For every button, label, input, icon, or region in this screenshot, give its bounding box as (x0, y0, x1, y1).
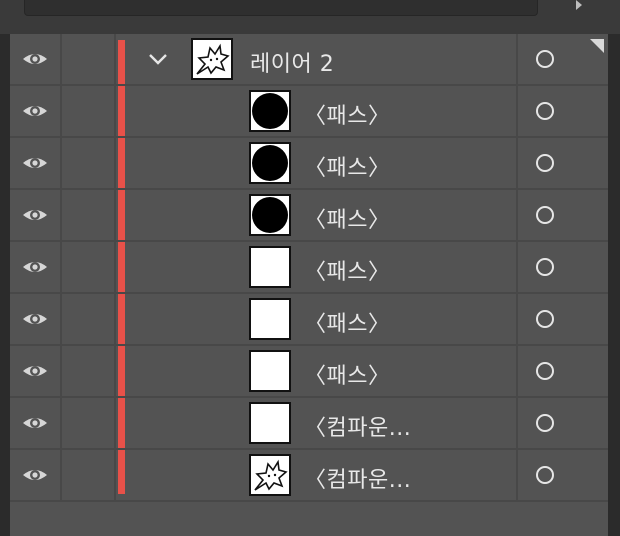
path-thumbnail (249, 194, 291, 236)
target-button[interactable] (516, 86, 608, 136)
search-field[interactable] (24, 0, 538, 16)
target-ring-icon (536, 362, 554, 380)
star-doodle-icon (254, 459, 288, 491)
lock-toggle[interactable] (62, 242, 116, 292)
item-name[interactable]: 〈컴파운... (304, 410, 411, 442)
sublayer-row[interactable]: 〈컴파운... (10, 398, 608, 450)
target-button[interactable] (516, 398, 608, 448)
eye-icon (23, 54, 47, 64)
sublayer-row[interactable]: 〈패스〉 (10, 294, 608, 346)
compound-path-thumbnail (249, 402, 291, 444)
target-button[interactable] (516, 346, 608, 396)
chevron-down-icon[interactable] (148, 53, 168, 65)
layer-thumbnail (191, 38, 233, 80)
black-circle-icon (252, 197, 288, 233)
layer-color-bar (118, 190, 125, 240)
panel-top-bar (0, 0, 620, 34)
visibility-toggle[interactable] (10, 34, 62, 84)
target-ring-icon (536, 258, 554, 276)
visibility-toggle[interactable] (10, 346, 62, 396)
panel-menu-arrow-icon[interactable] (576, 0, 582, 10)
sublayer-row[interactable]: 〈컴파운... (10, 450, 608, 502)
layer-row[interactable]: 레이어 2 (10, 34, 608, 86)
item-name[interactable]: 〈패스〉 (304, 306, 390, 338)
visibility-toggle[interactable] (10, 138, 62, 188)
lock-toggle[interactable] (62, 346, 116, 396)
lock-toggle[interactable] (62, 294, 116, 344)
item-name[interactable]: 〈컴파운... (304, 462, 411, 494)
visibility-toggle[interactable] (10, 450, 62, 500)
path-thumbnail (249, 246, 291, 288)
path-thumbnail (249, 350, 291, 392)
visibility-toggle[interactable] (10, 242, 62, 292)
target-button[interactable] (516, 190, 608, 240)
target-ring-icon (536, 414, 554, 432)
panel-edge (608, 34, 620, 536)
target-ring-icon (536, 154, 554, 172)
black-circle-icon (252, 145, 288, 181)
layer-color-bar (118, 398, 125, 448)
sublayer-row[interactable]: 〈패스〉 (10, 86, 608, 138)
eye-icon (23, 106, 47, 116)
layer-color-bar (118, 346, 125, 396)
target-ring-icon (536, 466, 554, 484)
lock-toggle[interactable] (62, 450, 116, 500)
layer-color-bar (118, 450, 125, 494)
black-circle-icon (252, 93, 288, 129)
item-name[interactable]: 〈패스〉 (304, 98, 390, 130)
layer-color-bar (118, 138, 125, 188)
visibility-toggle[interactable] (10, 86, 62, 136)
layer-name[interactable]: 레이어 2 (250, 46, 334, 78)
eye-icon (23, 418, 47, 428)
compound-path-thumbnail (249, 454, 291, 496)
sublayer-row[interactable]: 〈패스〉 (10, 346, 608, 398)
target-button[interactable] (516, 242, 608, 292)
eye-icon (23, 366, 47, 376)
sublayer-row[interactable]: 〈패스〉 (10, 190, 608, 242)
visibility-toggle[interactable] (10, 190, 62, 240)
path-thumbnail (249, 298, 291, 340)
eye-icon (23, 158, 47, 168)
item-name[interactable]: 〈패스〉 (304, 150, 390, 182)
empty-area (10, 502, 608, 536)
lock-toggle[interactable] (62, 138, 116, 188)
eye-icon (23, 470, 47, 480)
visibility-toggle[interactable] (10, 398, 62, 448)
lock-toggle[interactable] (62, 190, 116, 240)
path-thumbnail (249, 142, 291, 184)
selection-corner-indicator (590, 39, 604, 53)
target-ring-icon (536, 310, 554, 328)
item-name[interactable]: 〈패스〉 (304, 254, 390, 286)
target-button[interactable] (516, 294, 608, 344)
layer-color-bar (118, 40, 125, 84)
star-doodle-icon (196, 43, 230, 75)
sublayer-row[interactable]: 〈패스〉 (10, 138, 608, 190)
eye-icon (23, 210, 47, 220)
lock-toggle[interactable] (62, 34, 116, 84)
eye-icon (23, 262, 47, 272)
layer-color-bar (118, 294, 125, 344)
lock-toggle[interactable] (62, 398, 116, 448)
layers-panel: 레이어 2 〈패스〉 〈패스〉 〈패스〉 〈패스〉 〈패스〉 〈패스〉 〈컴파운… (10, 34, 608, 536)
target-button[interactable] (516, 450, 608, 500)
sublayer-row[interactable]: 〈패스〉 (10, 242, 608, 294)
target-ring-icon (536, 206, 554, 224)
lock-toggle[interactable] (62, 86, 116, 136)
target-ring-icon (536, 102, 554, 120)
layer-color-bar (118, 242, 125, 292)
visibility-toggle[interactable] (10, 294, 62, 344)
target-button[interactable] (516, 138, 608, 188)
layer-color-bar (118, 86, 125, 136)
item-name[interactable]: 〈패스〉 (304, 202, 390, 234)
target-ring-icon (536, 50, 554, 68)
item-name[interactable]: 〈패스〉 (304, 358, 390, 390)
eye-icon (23, 314, 47, 324)
path-thumbnail (249, 90, 291, 132)
